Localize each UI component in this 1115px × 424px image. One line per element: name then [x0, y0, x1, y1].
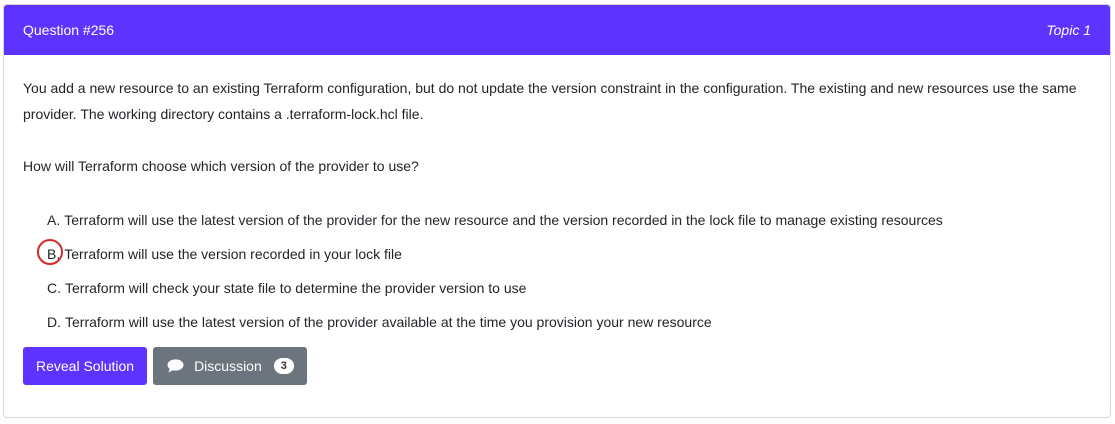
choice-letter: D.	[47, 314, 61, 330]
choice-a[interactable]: A. Terraform will use the latest version …	[47, 207, 1091, 241]
discussion-button[interactable]: Discussion 3	[153, 347, 307, 385]
question-card: Question #256 Topic 1 You add a new reso…	[3, 4, 1111, 418]
reveal-solution-button[interactable]: Reveal Solution	[23, 347, 148, 385]
discussion-count-badge: 3	[273, 358, 294, 374]
reveal-solution-label: Reveal Solution	[36, 358, 135, 374]
choices-list: A. Terraform will use the latest version …	[23, 207, 1091, 343]
question-ask: How will Terraform choose which version …	[23, 158, 419, 174]
question-number: Question #256	[23, 22, 115, 38]
choice-c[interactable]: C. Terraform will check your state file t…	[47, 275, 1091, 309]
choice-text: Terraform will use the version recorded …	[64, 246, 402, 262]
question-header: Question #256 Topic 1	[4, 5, 1110, 55]
choice-text: Terraform will check your state file to …	[65, 280, 527, 296]
topic-label: Topic 1	[1046, 22, 1091, 38]
discussion-label: Discussion	[194, 358, 262, 374]
choice-d[interactable]: D. Terraform will use the latest version …	[47, 309, 1091, 343]
choice-letter: A.	[47, 212, 61, 228]
action-bar: Reveal Solution Discussion 3	[23, 347, 1091, 385]
question-text: You add a new resource to an existing Te…	[23, 80, 1077, 122]
choice-letter: C.	[47, 280, 61, 296]
question-body: You add a new resource to an existing Te…	[4, 55, 1110, 385]
selected-marker-circle	[37, 239, 63, 265]
choice-text: Terraform will use the latest version of…	[65, 314, 712, 330]
chat-bubble-icon	[167, 359, 184, 373]
choice-text: Terraform will use the latest version of…	[64, 212, 943, 228]
choice-b[interactable]: B. Terraform will use the version recorde…	[37, 239, 1091, 275]
